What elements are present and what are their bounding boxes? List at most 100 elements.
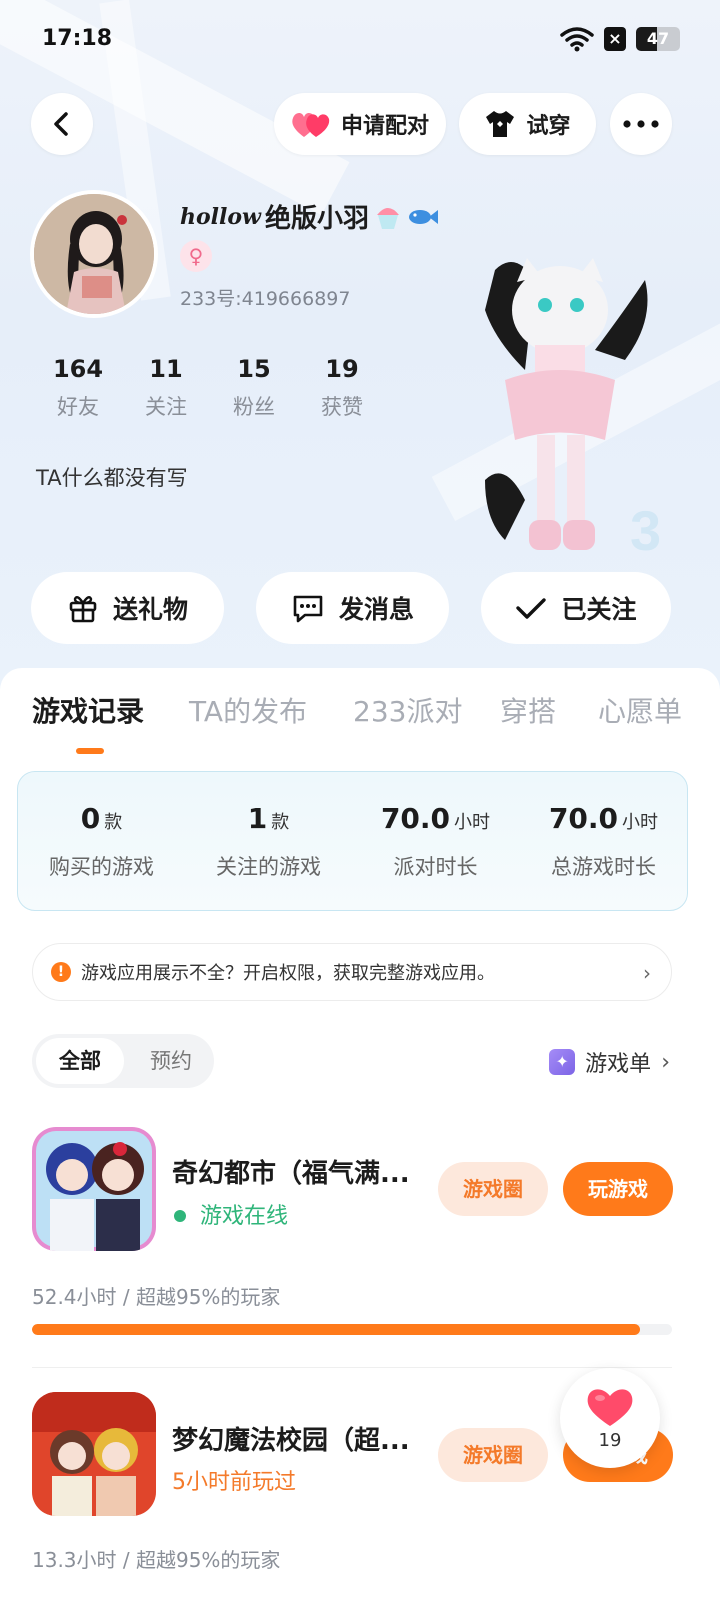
- stat-fans-label: 粉丝: [233, 395, 275, 419]
- chevron-left-icon: [54, 112, 68, 136]
- send-gift-button[interactable]: 送礼物: [31, 572, 224, 644]
- stat-likes[interactable]: 19 获赞: [298, 355, 386, 421]
- game-summary-card: 0款 购买的游戏 1款 关注的游戏 70.0 小时 派对时长 70.0 小时 总游戏…: [17, 771, 688, 911]
- game-icon-1[interactable]: [32, 1127, 156, 1251]
- summary-purchased-label: 购买的游戏: [49, 855, 154, 879]
- more-dots-icon: [623, 120, 659, 128]
- summary-followed-value: 1: [247, 802, 268, 835]
- more-button[interactable]: [610, 93, 672, 155]
- svg-text:3: 3: [630, 499, 661, 562]
- sparkle-icon: ✦: [549, 1049, 576, 1075]
- avatar[interactable]: [30, 190, 158, 318]
- stat-friends-label: 好友: [57, 395, 99, 419]
- try-on-label: 试穿: [526, 114, 571, 139]
- summary-purchased-value: 0: [80, 802, 101, 835]
- avatar-image: [34, 194, 154, 314]
- summary-party-unit: 小时: [454, 812, 491, 833]
- stat-following-label: 关注: [145, 395, 187, 419]
- game-icon-2-art: [32, 1392, 156, 1516]
- wifi-icon: [560, 27, 594, 52]
- apply-pair-label: 申请配对: [340, 114, 429, 139]
- stat-friends-count: 164: [52, 355, 104, 383]
- profile-tabs: 游戏记录 TA的发布 233派对 穿搭 心愿单: [0, 690, 720, 750]
- tshirt-icon: [486, 111, 515, 137]
- shaved-ice-icon: [377, 207, 400, 229]
- stat-fans[interactable]: 15 粉丝: [210, 355, 298, 421]
- game-icon-2[interactable]: [32, 1392, 156, 1516]
- profile-bio: TA什么都没有写: [36, 466, 188, 490]
- battery-level: 47: [646, 29, 670, 48]
- game-status-2: 5小时前玩过: [172, 1470, 296, 1495]
- play-game-button-1[interactable]: 玩游戏: [563, 1162, 673, 1216]
- summary-purchased: 0款 购买的游戏: [18, 802, 185, 881]
- send-gift-label: 送礼物: [112, 595, 188, 624]
- game-circle-button-1[interactable]: 游戏圈: [438, 1162, 548, 1216]
- check-icon: [516, 598, 547, 619]
- chevron-right-icon: ›: [661, 1049, 670, 1075]
- tab-game-records[interactable]: 游戏记录: [32, 690, 144, 730]
- floating-like-button[interactable]: 19: [560, 1368, 660, 1468]
- stat-fans-count: 15: [237, 355, 271, 383]
- permission-notice[interactable]: ! 游戏应用展示不全？开启权限，获取完整游戏应用。 ›: [32, 943, 672, 1001]
- game-status-1-text: 游戏在线: [200, 1204, 289, 1229]
- apply-pair-button[interactable]: 申请配对: [274, 93, 446, 155]
- heart-pair-icon: [292, 112, 330, 137]
- followed-label: 已关注: [561, 595, 637, 624]
- fish-icon: [409, 209, 439, 224]
- game-playtime-2: 13.3小时 / 超越95%的玩家: [32, 1548, 281, 1572]
- summary-total-label: 总游戏时长: [551, 855, 656, 879]
- stat-likes-count: 19: [325, 355, 359, 383]
- tab-wishlist[interactable]: 心愿单: [598, 690, 682, 730]
- gender-female-badge: ♀: [180, 240, 212, 272]
- game-list-label: 游戏单: [585, 1052, 652, 1077]
- avatar-3d-figure[interactable]: 3: [455, 250, 670, 580]
- no-sim-icon: ×: [604, 27, 626, 51]
- status-bar: 17:18 × 47: [0, 0, 720, 80]
- summary-purchased-unit: 款: [104, 812, 123, 833]
- tab-233-party[interactable]: 233派对: [353, 690, 462, 730]
- summary-total-unit: 小时: [622, 812, 659, 833]
- stat-friends[interactable]: 164 好友: [34, 355, 122, 421]
- stat-following-count: 11: [149, 355, 183, 383]
- summary-followed-label: 关注的游戏: [216, 855, 321, 879]
- game-title-1[interactable]: 奇幻都市（福气满...: [172, 1153, 420, 1190]
- warning-icon: !: [51, 962, 71, 982]
- game-icon-1-art: [32, 1127, 156, 1251]
- back-button[interactable]: [31, 93, 93, 155]
- try-on-button[interactable]: 试穿: [459, 93, 596, 155]
- game-list-link[interactable]: ✦ 游戏单 ›: [549, 1046, 670, 1078]
- filter-reserve[interactable]: 预约: [132, 1034, 210, 1088]
- profile-stats: 164 好友 11 关注 15 粉丝 19 获赞: [34, 355, 386, 421]
- online-dot-icon: [174, 1209, 186, 1222]
- filter-all[interactable]: 全部: [36, 1038, 124, 1084]
- send-message-label: 发消息: [338, 595, 414, 624]
- heart-icon: [587, 1389, 633, 1426]
- stat-following[interactable]: 11 关注: [122, 355, 210, 421]
- message-icon: [293, 595, 323, 623]
- summary-party-label: 派对时长: [393, 855, 478, 879]
- like-count: 19: [598, 1430, 622, 1451]
- status-time: 17:18: [42, 26, 113, 51]
- tab-outfits[interactable]: 穿搭: [500, 690, 556, 730]
- summary-total-value: 70.0: [548, 802, 619, 835]
- game-circle-button-2[interactable]: 游戏圈: [438, 1428, 548, 1482]
- tab-posts[interactable]: TA的发布: [189, 690, 307, 730]
- summary-party-value: 70.0: [380, 802, 451, 835]
- game-progress-bar-1: [32, 1324, 640, 1335]
- user-id: 233号:419666897: [180, 288, 351, 310]
- game-progress-1: [32, 1324, 672, 1335]
- summary-followed: 1款 关注的游戏: [185, 802, 352, 881]
- tab-indicator: [76, 748, 104, 754]
- gift-icon: [69, 596, 97, 623]
- game-filter-segment: 全部 预约: [32, 1034, 214, 1088]
- summary-party-time: 70.0 小时 派对时长: [352, 802, 519, 881]
- summary-followed-unit: 款: [271, 812, 290, 833]
- followed-button[interactable]: 已关注: [481, 572, 671, 644]
- battery-icon: 47: [636, 27, 680, 51]
- send-message-button[interactable]: 发消息: [256, 572, 449, 644]
- permission-notice-text: 游戏应用展示不全？开启权限，获取完整游戏应用。: [81, 963, 495, 984]
- username-script: hollow: [180, 203, 261, 230]
- game-title-2[interactable]: 梦幻魔法校园（超...: [172, 1420, 420, 1457]
- game-status-1: 游戏在线: [172, 1198, 288, 1230]
- stat-likes-label: 获赞: [321, 395, 363, 419]
